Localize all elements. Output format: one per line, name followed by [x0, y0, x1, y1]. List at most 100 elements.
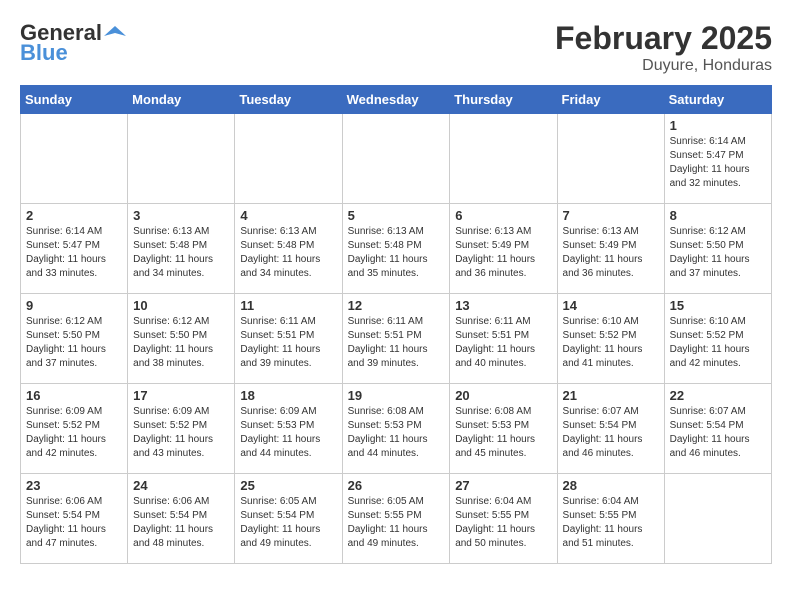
day-info: Sunrise: 6:05 AM Sunset: 5:54 PM Dayligh… — [240, 495, 336, 551]
calendar-cell: 10Sunrise: 6:12 AM Sunset: 5:50 PM Dayli… — [128, 294, 235, 384]
calendar-cell: 25 Sunrise: 6:05 AM Sunset: 5:54 PM Dayli… — [235, 474, 342, 564]
calendar-cell — [235, 114, 342, 204]
day-info: Sunrise: 6:14 AM Sunset: 5:47 PM Dayligh… — [670, 135, 766, 191]
calendar-cell — [128, 114, 235, 204]
calendar-cell: 11 Sunrise: 6:11 AM Sunset: 5:51 PM Dayli… — [235, 294, 342, 384]
day-number: 1 — [670, 118, 766, 133]
day-number: 14 — [563, 298, 659, 313]
day-number: 27 — [455, 478, 551, 493]
calendar-cell: 21 Sunrise: 6:07 AM Sunset: 5:54 PM Dayli… — [557, 384, 664, 474]
day-number: 18 — [240, 388, 336, 403]
day-info: Sunrise: 6:07 AM Sunset: 5:54 PM Dayligh… — [563, 405, 659, 461]
day-number: 4 — [240, 208, 336, 223]
day-info: Sunrise: 6:12 AM Sunset: 5:50 PM Dayligh… — [670, 225, 766, 281]
logo-blue-text: Blue — [20, 40, 68, 66]
day-info: Sunrise: 6:04 AM Sunset: 5:55 PM Dayligh… — [455, 495, 551, 551]
day-number: 20 — [455, 388, 551, 403]
calendar-cell: 22 Sunrise: 6:07 AM Sunset: 5:54 PM Dayli… — [664, 384, 771, 474]
day-info: Sunrise: 6:14 AM Sunset: 5:47 PM Dayligh… — [26, 225, 122, 281]
day-info: Sunrise: 6:06 AM Sunset: 5:54 PM Dayligh… — [133, 495, 229, 551]
calendar-cell: 27 Sunrise: 6:04 AM Sunset: 5:55 PM Dayli… — [450, 474, 557, 564]
calendar-week-row: 23 Sunrise: 6:06 AM Sunset: 5:54 PM Dayli… — [21, 474, 772, 564]
day-number: 22 — [670, 388, 766, 403]
calendar-cell: 20 Sunrise: 6:08 AM Sunset: 5:53 PM Dayli… — [450, 384, 557, 474]
weekday-header: Wednesday — [342, 86, 450, 114]
calendar-cell: 13 Sunrise: 6:11 AM Sunset: 5:51 PM Dayli… — [450, 294, 557, 384]
calendar-title: February 2025 — [555, 20, 772, 57]
calendar-cell — [664, 474, 771, 564]
day-info: Sunrise: 6:11 AM Sunset: 5:51 PM Dayligh… — [240, 315, 336, 371]
calendar-cell: 2 Sunrise: 6:14 AM Sunset: 5:47 PM Daylig… — [21, 204, 128, 294]
day-number: 11 — [240, 298, 336, 313]
day-number: 3 — [133, 208, 229, 223]
calendar-subtitle: Duyure, Honduras — [555, 57, 772, 75]
weekday-header: Saturday — [664, 86, 771, 114]
logo-bird-icon — [104, 22, 126, 44]
day-number: 24 — [133, 478, 229, 493]
calendar-week-row: 16 Sunrise: 6:09 AM Sunset: 5:52 PM Dayli… — [21, 384, 772, 474]
logo: General Blue — [20, 20, 126, 66]
day-number: 26 — [348, 478, 445, 493]
calendar-table: SundayMondayTuesdayWednesdayThursdayFrid… — [20, 85, 772, 564]
calendar-cell: 12Sunrise: 6:11 AM Sunset: 5:51 PM Dayli… — [342, 294, 450, 384]
calendar-cell: 17 Sunrise: 6:09 AM Sunset: 5:52 PM Dayli… — [128, 384, 235, 474]
calendar-cell: 15Sunrise: 6:10 AM Sunset: 5:52 PM Dayli… — [664, 294, 771, 384]
calendar-cell — [21, 114, 128, 204]
day-info: Sunrise: 6:09 AM Sunset: 5:53 PM Dayligh… — [240, 405, 336, 461]
calendar-cell: 28Sunrise: 6:04 AM Sunset: 5:55 PM Dayli… — [557, 474, 664, 564]
calendar-cell: 1 Sunrise: 6:14 AM Sunset: 5:47 PM Daylig… — [664, 114, 771, 204]
day-info: Sunrise: 6:13 AM Sunset: 5:48 PM Dayligh… — [240, 225, 336, 281]
weekday-header: Tuesday — [235, 86, 342, 114]
calendar-cell: 16Sunrise: 6:09 AM Sunset: 5:52 PM Dayli… — [21, 384, 128, 474]
calendar-cell — [342, 114, 450, 204]
day-info: Sunrise: 6:06 AM Sunset: 5:54 PM Dayligh… — [26, 495, 122, 551]
day-number: 7 — [563, 208, 659, 223]
day-number: 25 — [240, 478, 336, 493]
calendar-header-row: SundayMondayTuesdayWednesdayThursdayFrid… — [21, 86, 772, 114]
calendar-cell: 18 Sunrise: 6:09 AM Sunset: 5:53 PM Dayli… — [235, 384, 342, 474]
day-info: Sunrise: 6:09 AM Sunset: 5:52 PM Dayligh… — [133, 405, 229, 461]
calendar-week-row: 1 Sunrise: 6:14 AM Sunset: 5:47 PM Daylig… — [21, 114, 772, 204]
day-number: 16 — [26, 388, 122, 403]
day-number: 13 — [455, 298, 551, 313]
day-number: 17 — [133, 388, 229, 403]
calendar-cell: 9Sunrise: 6:12 AM Sunset: 5:50 PM Daylig… — [21, 294, 128, 384]
day-info: Sunrise: 6:08 AM Sunset: 5:53 PM Dayligh… — [455, 405, 551, 461]
calendar-cell: 19 Sunrise: 6:08 AM Sunset: 5:53 PM Dayli… — [342, 384, 450, 474]
day-info: Sunrise: 6:08 AM Sunset: 5:53 PM Dayligh… — [348, 405, 445, 461]
day-info: Sunrise: 6:13 AM Sunset: 5:49 PM Dayligh… — [563, 225, 659, 281]
calendar-cell: 6Sunrise: 6:13 AM Sunset: 5:49 PM Daylig… — [450, 204, 557, 294]
day-number: 19 — [348, 388, 445, 403]
day-number: 23 — [26, 478, 122, 493]
day-info: Sunrise: 6:05 AM Sunset: 5:55 PM Dayligh… — [348, 495, 445, 551]
day-number: 6 — [455, 208, 551, 223]
day-number: 2 — [26, 208, 122, 223]
calendar-cell: 23 Sunrise: 6:06 AM Sunset: 5:54 PM Dayli… — [21, 474, 128, 564]
day-info: Sunrise: 6:12 AM Sunset: 5:50 PM Dayligh… — [26, 315, 122, 371]
calendar-title-area: February 2025 Duyure, Honduras — [555, 20, 772, 75]
calendar-cell: 4 Sunrise: 6:13 AM Sunset: 5:48 PM Daylig… — [235, 204, 342, 294]
day-info: Sunrise: 6:10 AM Sunset: 5:52 PM Dayligh… — [563, 315, 659, 371]
day-number: 12 — [348, 298, 445, 313]
day-info: Sunrise: 6:13 AM Sunset: 5:48 PM Dayligh… — [348, 225, 445, 281]
calendar-cell: 5 Sunrise: 6:13 AM Sunset: 5:48 PM Daylig… — [342, 204, 450, 294]
calendar-week-row: 2 Sunrise: 6:14 AM Sunset: 5:47 PM Daylig… — [21, 204, 772, 294]
day-number: 28 — [563, 478, 659, 493]
calendar-cell — [450, 114, 557, 204]
calendar-week-row: 9Sunrise: 6:12 AM Sunset: 5:50 PM Daylig… — [21, 294, 772, 384]
weekday-header: Monday — [128, 86, 235, 114]
weekday-header: Friday — [557, 86, 664, 114]
day-info: Sunrise: 6:12 AM Sunset: 5:50 PM Dayligh… — [133, 315, 229, 371]
day-info: Sunrise: 6:07 AM Sunset: 5:54 PM Dayligh… — [670, 405, 766, 461]
calendar-cell: 8 Sunrise: 6:12 AM Sunset: 5:50 PM Daylig… — [664, 204, 771, 294]
day-number: 8 — [670, 208, 766, 223]
day-number: 21 — [563, 388, 659, 403]
page-header: General Blue February 2025 Duyure, Hondu… — [20, 20, 772, 75]
calendar-cell: 7 Sunrise: 6:13 AM Sunset: 5:49 PM Daylig… — [557, 204, 664, 294]
day-info: Sunrise: 6:11 AM Sunset: 5:51 PM Dayligh… — [455, 315, 551, 371]
calendar-cell: 26 Sunrise: 6:05 AM Sunset: 5:55 PM Dayli… — [342, 474, 450, 564]
calendar-cell: 3Sunrise: 6:13 AM Sunset: 5:48 PM Daylig… — [128, 204, 235, 294]
weekday-header: Sunday — [21, 86, 128, 114]
day-number: 5 — [348, 208, 445, 223]
day-info: Sunrise: 6:10 AM Sunset: 5:52 PM Dayligh… — [670, 315, 766, 371]
